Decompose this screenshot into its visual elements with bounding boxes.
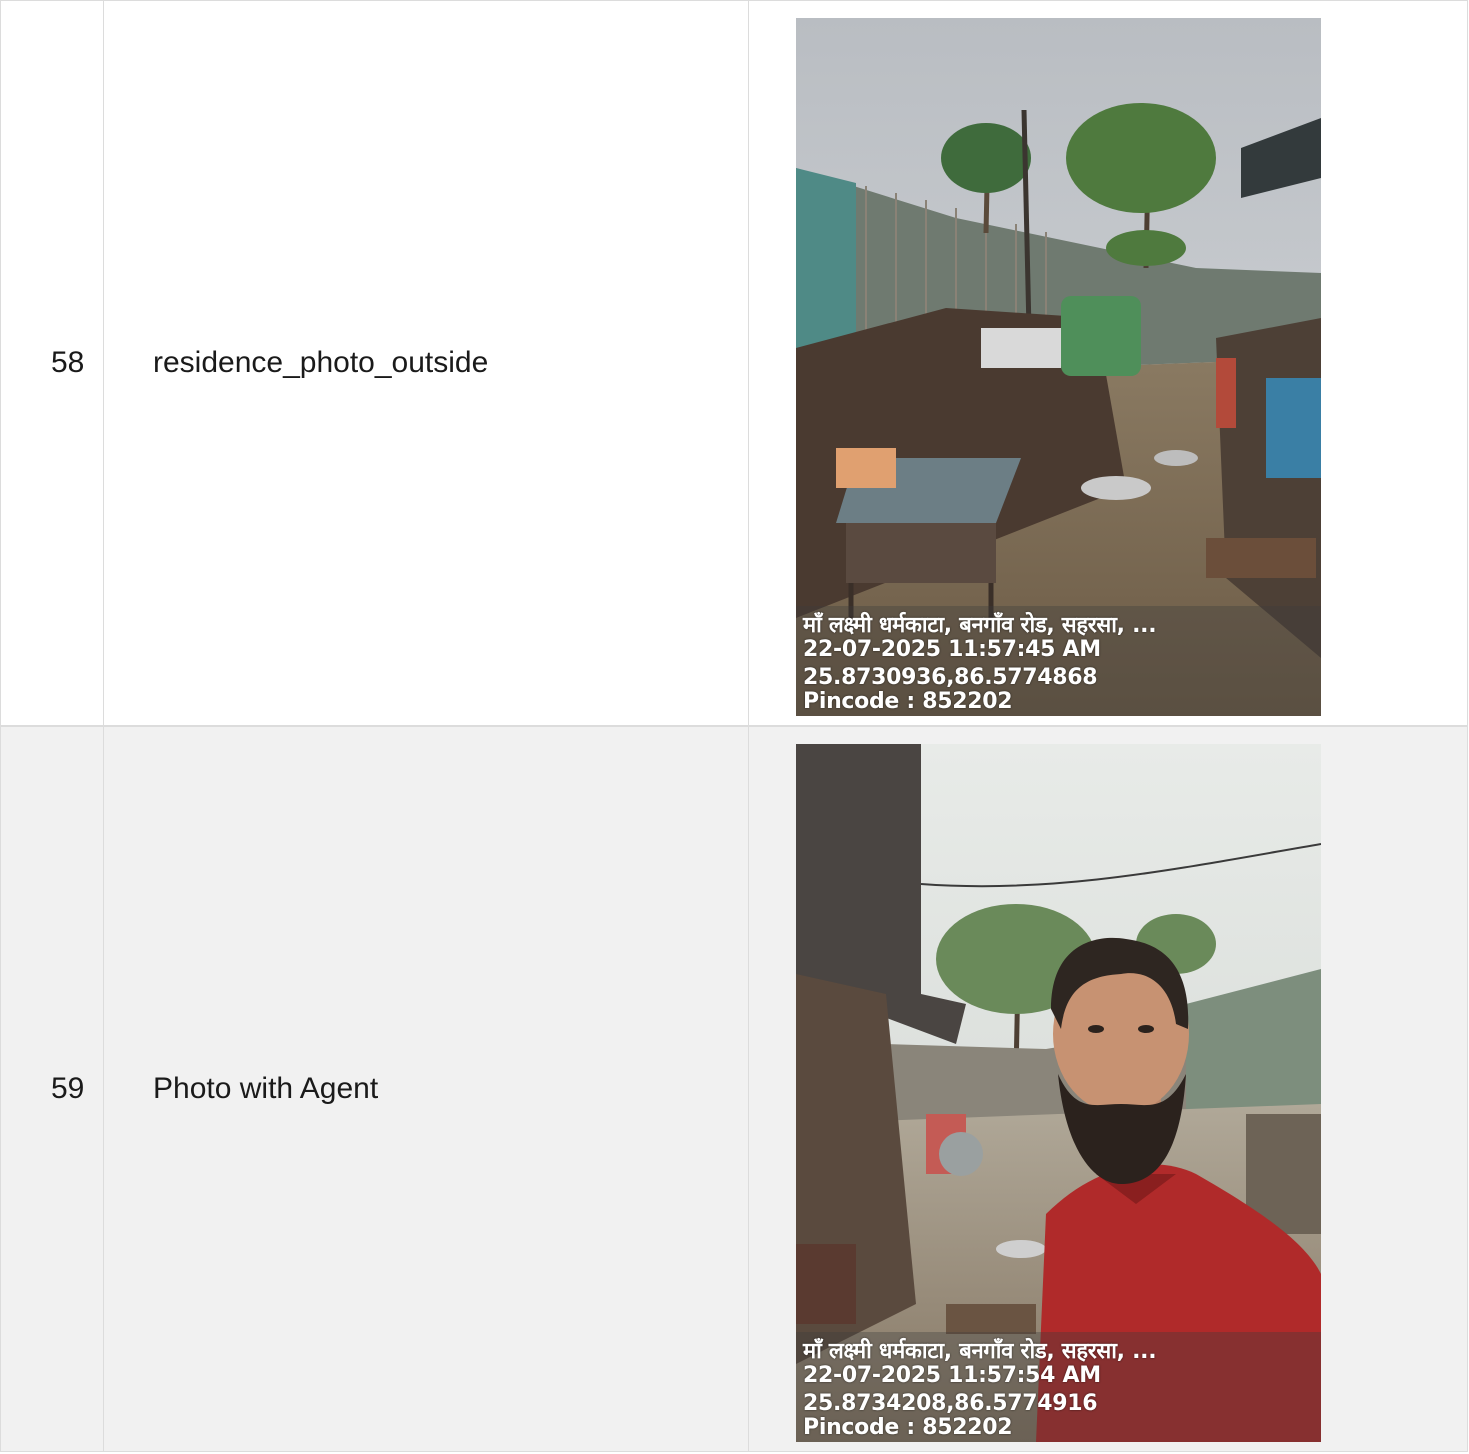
table-row: 58 residence_photo_outside माँ लक्ष्मी ध…	[0, 0, 1468, 726]
row-label: residence_photo_outside	[153, 346, 489, 379]
stamp-coordinates: 25.8730936,86.5774868	[803, 665, 1098, 690]
stamp-datetime: 22-07-2025 11:57:54 AM	[803, 1363, 1101, 1388]
stamp-coordinates: 25.8734208,86.5774916	[803, 1391, 1098, 1416]
row-photo-cell: माँ लक्ष्मी धर्मकाटा, बनगाँव रोड, सहरसा,…	[748, 726, 1468, 1452]
row-photo-cell: माँ लक्ष्मी धर्मकाटा, बनगाँव रोड, सहरसा,…	[748, 0, 1468, 726]
stamp-datetime: 22-07-2025 11:57:45 AM	[803, 637, 1101, 662]
row-label-cell: Photo with Agent	[103, 726, 749, 1452]
row-number: 59	[51, 1072, 85, 1105]
row-number-cell: 58	[0, 0, 104, 726]
agent-photo[interactable]: माँ लक्ष्मी धर्मकाटा, बनगाँव रोड, सहरसा,…	[796, 744, 1321, 1442]
table-row: 59 Photo with Agent माँ लक्ष्मी धर्मकाटा…	[0, 726, 1468, 1452]
row-number: 58	[51, 346, 85, 379]
stamp-location: माँ लक्ष्मी धर्मकाटा, बनगाँव रोड, सहरसा,…	[803, 1339, 1157, 1364]
row-label: Photo with Agent	[153, 1072, 379, 1105]
row-label-cell: residence_photo_outside	[103, 0, 749, 726]
photo-table: 58 residence_photo_outside माँ लक्ष्मी ध…	[0, 0, 1468, 1453]
residence-photo[interactable]: माँ लक्ष्मी धर्मकाटा, बनगाँव रोड, सहरसा,…	[796, 18, 1321, 716]
geo-stamp: माँ लक्ष्मी धर्मकाटा, बनगाँव रोड, सहरसा,…	[803, 613, 1157, 714]
stamp-pincode: Pincode : 852202	[803, 689, 1013, 714]
geo-stamp: माँ लक्ष्मी धर्मकाटा, बनगाँव रोड, सहरसा,…	[803, 1339, 1157, 1440]
row-number-cell: 59	[0, 726, 104, 1452]
stamp-location: माँ लक्ष्मी धर्मकाटा, बनगाँव रोड, सहरसा,…	[803, 613, 1157, 638]
stamp-pincode: Pincode : 852202	[803, 1415, 1013, 1440]
